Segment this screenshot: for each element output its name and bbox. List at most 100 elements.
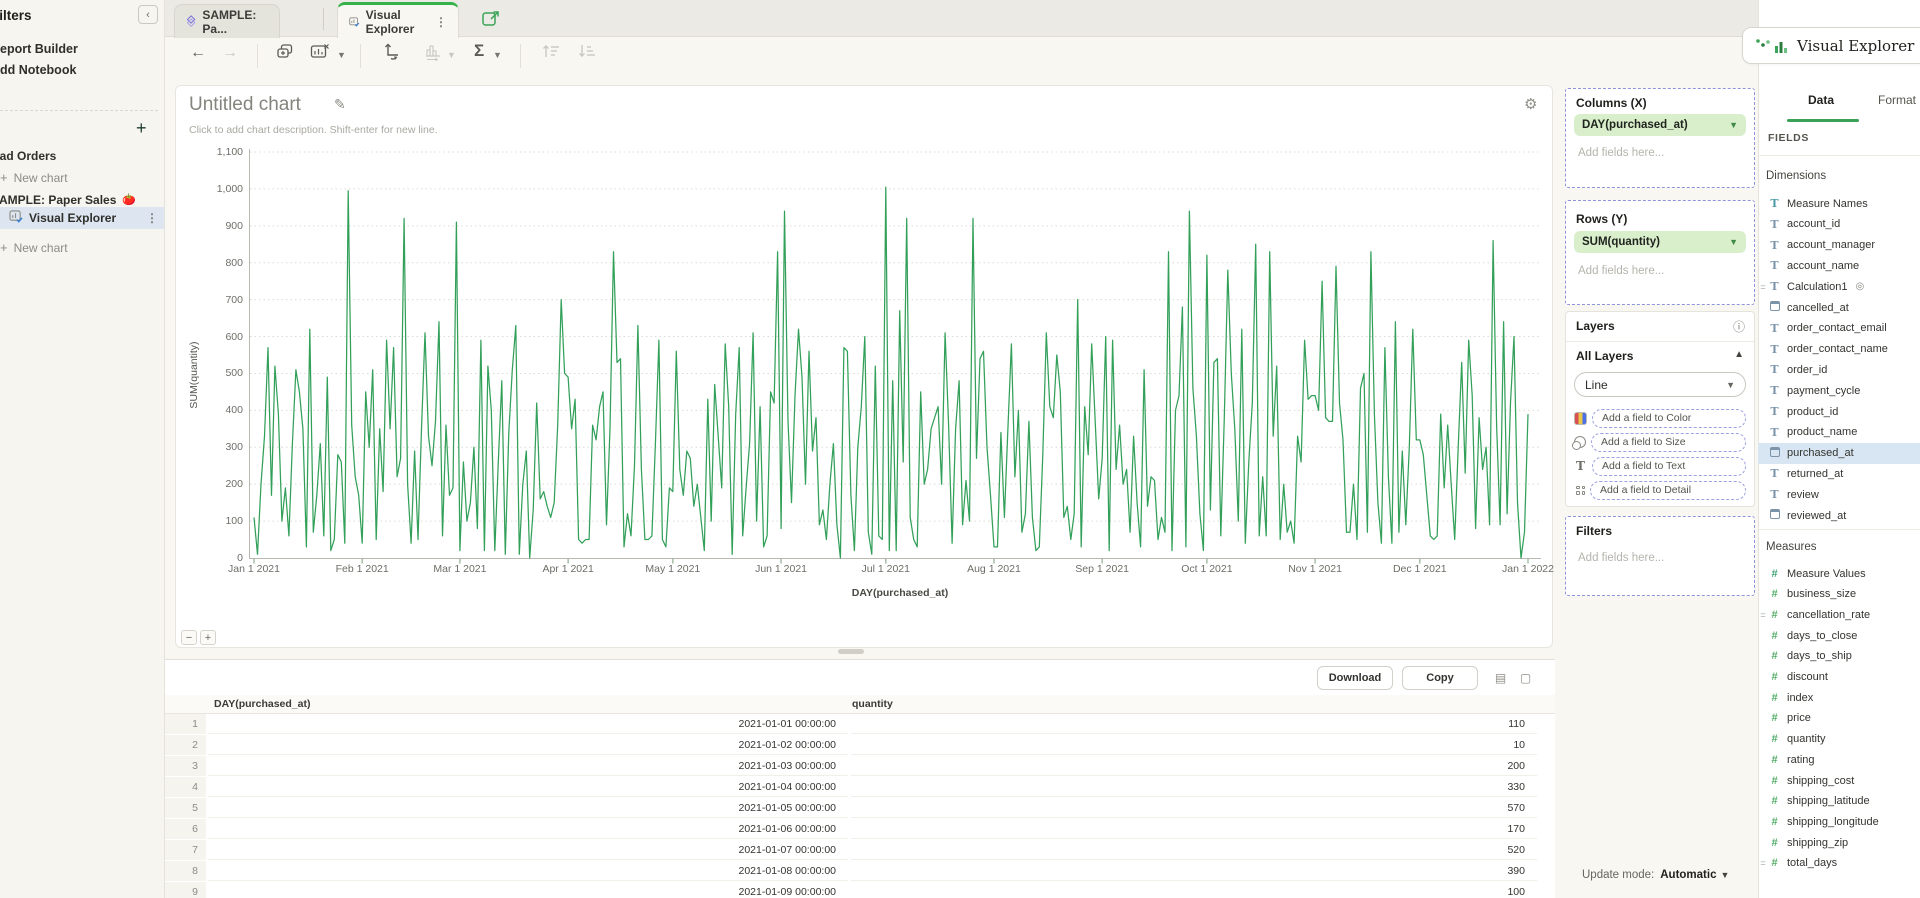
- filters-dropzone[interactable]: Filters Add fields here...: [1565, 516, 1755, 596]
- chart-zoom-reset-button[interactable]: +: [200, 630, 216, 645]
- field-shipping-zip[interactable]: #shipping_zip: [1758, 832, 1920, 853]
- mark-type-select[interactable]: Line ▼: [1574, 372, 1746, 397]
- sidebar-collapse-button[interactable]: ‹: [138, 5, 158, 24]
- field-payment-cycle[interactable]: Tpayment_cycle: [1758, 380, 1920, 401]
- download-button[interactable]: Download: [1317, 666, 1393, 690]
- cell-quantity: 520: [851, 840, 1537, 860]
- field-review[interactable]: Treview: [1758, 484, 1920, 505]
- field-shipping-cost[interactable]: #shipping_cost: [1758, 770, 1920, 791]
- sidebar-item-report-builder[interactable]: Report Builder: [0, 38, 162, 59]
- field-order-id[interactable]: Torder_id: [1758, 359, 1920, 380]
- sort-descending-icon[interactable]: [577, 43, 597, 63]
- field-business-size[interactable]: #business_size: [1758, 584, 1920, 605]
- table-row[interactable]: 52021-01-05 00:00:00570: [165, 798, 1555, 819]
- field-product-name[interactable]: Tproduct_name: [1758, 422, 1920, 443]
- forward-icon[interactable]: →: [222, 45, 238, 61]
- update-mode-control[interactable]: Update mode:Automatic▼: [1582, 869, 1729, 881]
- sidebar-add-button[interactable]: +: [136, 118, 147, 139]
- field-measure-values[interactable]: #Measure Values: [1758, 563, 1920, 584]
- clear-chart-icon[interactable]: [310, 43, 330, 65]
- panel-resize-handle[interactable]: [838, 649, 864, 654]
- field-discount[interactable]: #discount: [1758, 667, 1920, 688]
- field-quantity[interactable]: #quantity: [1758, 729, 1920, 750]
- tab-format[interactable]: Format: [1878, 93, 1916, 107]
- aggregate-caret-icon[interactable]: ▼: [493, 50, 502, 60]
- aggregate-sigma-icon[interactable]: Σ: [474, 42, 484, 59]
- sidebar-item-bad-orders[interactable]: Bad Orders: [0, 145, 162, 166]
- table-row[interactable]: 72021-01-07 00:00:00520: [165, 840, 1555, 861]
- pill-caret-icon[interactable]: ▼: [1729, 120, 1738, 130]
- add-field-color-slot[interactable]: Add a field to Color: [1592, 409, 1746, 428]
- tab-menu-icon[interactable]: ⋮: [435, 15, 447, 29]
- histogram-icon[interactable]: [424, 43, 442, 65]
- field-account-id[interactable]: Taccount_id: [1758, 214, 1920, 235]
- field-product-id[interactable]: Tproduct_id: [1758, 401, 1920, 422]
- field-days-to-ship[interactable]: #days_to_ship: [1758, 646, 1920, 667]
- text-field-icon: T: [1768, 218, 1781, 231]
- duplicate-icon[interactable]: [276, 43, 294, 65]
- edit-title-pencil-icon[interactable]: ✎: [334, 96, 346, 113]
- add-field-size-slot[interactable]: Add a field to Size: [1591, 433, 1746, 452]
- chart-title[interactable]: Untitled chart: [189, 94, 301, 116]
- back-icon[interactable]: ←: [190, 45, 206, 61]
- item-menu-icon[interactable]: ⋮: [146, 211, 158, 225]
- row-number: 7: [165, 840, 206, 860]
- field-index[interactable]: #index: [1758, 687, 1920, 708]
- chart-menu-caret-icon[interactable]: ▼: [337, 50, 346, 60]
- tab-sample-paper-sales[interactable]: SAMPLE: Pa...: [174, 4, 280, 38]
- sidebar-item-add-notebook[interactable]: Add Notebook: [0, 59, 162, 80]
- add-field-detail-slot[interactable]: Add a field to Detail: [1590, 481, 1746, 500]
- sort-ascending-icon[interactable]: [541, 43, 561, 63]
- field-purchased-at[interactable]: purchased_at: [1758, 443, 1920, 464]
- collapse-chevron-icon[interactable]: ▲: [1734, 349, 1744, 360]
- field-cancellation-rate[interactable]: =#cancellation_rate: [1758, 604, 1920, 625]
- y-tick-label: 1,000: [181, 183, 243, 195]
- table-row[interactable]: 42021-01-04 00:00:00330: [165, 777, 1555, 798]
- open-as-app-button[interactable]: [481, 9, 501, 29]
- sidebar-item-new-chart[interactable]: +New chart: [0, 237, 162, 258]
- tab-visual-explorer[interactable]: Visual Explorer ⋮: [337, 2, 459, 38]
- copy-button[interactable]: Copy: [1402, 666, 1478, 690]
- field-price[interactable]: #price: [1758, 708, 1920, 729]
- columns-x-field-pill[interactable]: DAY(purchased_at) ▼: [1574, 114, 1746, 136]
- tab-data[interactable]: Data: [1808, 93, 1834, 107]
- swap-axes-icon[interactable]: [382, 43, 400, 65]
- rows-y-dropzone[interactable]: Rows (Y) SUM(quantity) ▼ Add fields here…: [1565, 200, 1755, 305]
- field-total-days[interactable]: =#total_days: [1758, 853, 1920, 874]
- expand-table-icon[interactable]: ▢: [1517, 670, 1534, 685]
- field-shipping-longitude[interactable]: #shipping_longitude: [1758, 811, 1920, 832]
- table-view-toggle-icon[interactable]: ▤: [1492, 670, 1509, 685]
- field-rating[interactable]: #rating: [1758, 749, 1920, 770]
- field-measure-names[interactable]: TMeasure Names: [1758, 193, 1920, 214]
- rows-y-field-pill[interactable]: SUM(quantity) ▼: [1574, 231, 1746, 253]
- column-header-quantity[interactable]: quantity: [852, 698, 893, 710]
- chart-settings-gear-icon[interactable]: ⚙: [1524, 95, 1537, 113]
- field-reviewed-at[interactable]: reviewed_at: [1758, 505, 1920, 526]
- field-days-to-close[interactable]: #days_to_close: [1758, 625, 1920, 646]
- field-shipping-latitude[interactable]: #shipping_latitude: [1758, 791, 1920, 812]
- table-row[interactable]: 62021-01-06 00:00:00170: [165, 819, 1555, 840]
- field-account-name[interactable]: Taccount_name: [1758, 255, 1920, 276]
- field-calculation1[interactable]: =TCalculation1◎: [1758, 276, 1920, 297]
- sidebar-item-new-chart[interactable]: +New chart: [0, 167, 162, 188]
- table-row[interactable]: 82021-01-08 00:00:00390: [165, 861, 1555, 882]
- table-row[interactable]: 92021-01-09 00:00:00100: [165, 882, 1555, 898]
- table-row[interactable]: 32021-01-03 00:00:00200: [165, 756, 1555, 777]
- field-account-manager[interactable]: Taccount_manager: [1758, 235, 1920, 256]
- field-order-contact-email[interactable]: Torder_contact_email: [1758, 318, 1920, 339]
- pill-caret-icon[interactable]: ▼: [1729, 237, 1738, 247]
- add-field-text-slot[interactable]: Add a field to Text: [1592, 457, 1746, 476]
- field-returned-at[interactable]: Treturned_at: [1758, 463, 1920, 484]
- table-row[interactable]: 22021-01-02 00:00:0010: [165, 735, 1555, 756]
- columns-x-dropzone[interactable]: Columns (X) DAY(purchased_at) ▼ Add fiel…: [1565, 88, 1755, 188]
- field-order-contact-name[interactable]: Torder_contact_name: [1758, 339, 1920, 360]
- chart-description-placeholder[interactable]: Click to add chart description. Shift-en…: [189, 124, 438, 136]
- measure-names-icon: T: [1768, 197, 1781, 210]
- field-cancelled-at[interactable]: cancelled_at: [1758, 297, 1920, 318]
- table-row[interactable]: 12021-01-01 00:00:00110: [165, 714, 1555, 735]
- chart-zoom-out-button[interactable]: −: [181, 630, 197, 645]
- line-chart-plot[interactable]: [249, 149, 1541, 565]
- layers-info-icon[interactable]: ⓘ: [1733, 318, 1745, 335]
- column-header-day-purchased-at[interactable]: DAY(purchased_at): [214, 698, 310, 710]
- sidebar-item-visual-explorer[interactable]: Visual Explorer⋮: [0, 207, 164, 229]
